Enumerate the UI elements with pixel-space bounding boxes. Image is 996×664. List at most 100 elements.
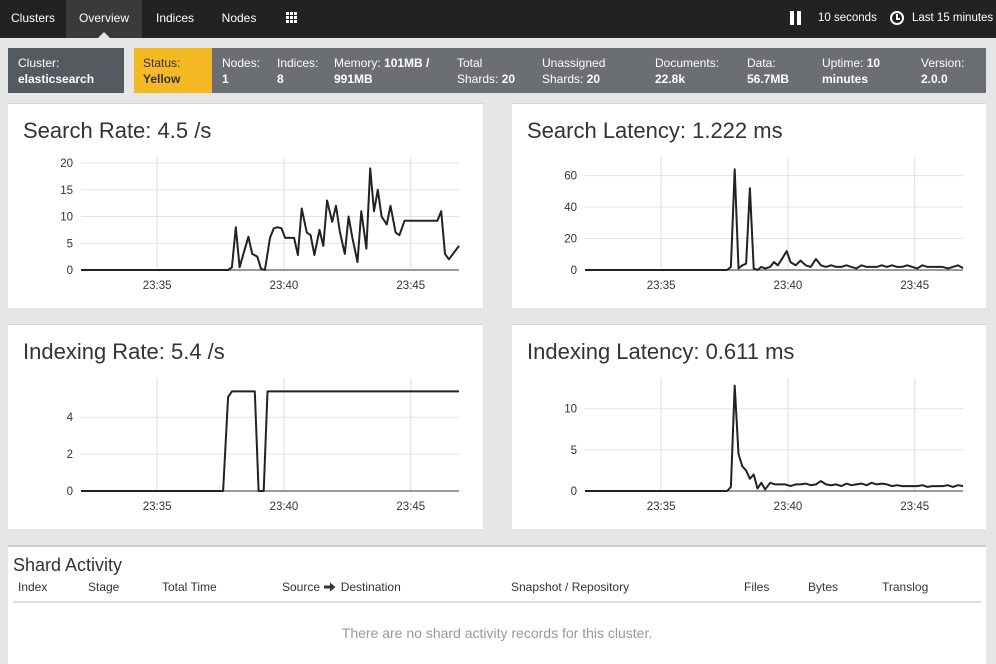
indices-value: 8 <box>277 72 284 86</box>
indices-label: Indices: <box>277 56 319 70</box>
x-tick-label: 23:35 <box>647 501 676 513</box>
tab-clusters[interactable]: Clusters <box>0 0 66 38</box>
x-tick-label: 23:40 <box>270 280 299 292</box>
y-tick-label: 10 <box>564 404 577 416</box>
grid-icon[interactable] <box>286 12 298 23</box>
header-divider <box>13 601 981 603</box>
y-tick-label: 0 <box>571 486 577 498</box>
y-tick-label: 4 <box>67 412 74 424</box>
series-line <box>585 168 964 271</box>
memory-label: Memory: <box>334 56 381 70</box>
column-index[interactable]: Index <box>18 580 47 594</box>
y-tick-label: 20 <box>60 158 73 170</box>
nodes-value: 1 <box>222 72 229 86</box>
indexing-latency-chart: 23:35 23:40 23:45 0 5 10 <box>564 378 964 513</box>
arrow-right-icon <box>324 582 336 592</box>
shard-activity-panel: Shard Activity Index Stage Total Time So… <box>8 545 986 664</box>
total-shards-label2: Shards: <box>457 72 499 86</box>
x-tick-label: 23:40 <box>774 501 803 513</box>
y-tick-label: 0 <box>67 486 73 498</box>
x-tick-label: 23:45 <box>900 280 929 292</box>
total-shards-value: 20 <box>501 72 516 86</box>
indexing-latency-panel: Indexing Latency: 0.611 ms 23:35 23:40 23:… <box>512 324 986 529</box>
y-tick-label: 5 <box>67 238 73 250</box>
tab-nodes[interactable]: Nodes <box>208 0 270 38</box>
version-stat: Version: 2.0.0 <box>921 48 964 93</box>
unassigned-value: 20 <box>586 72 601 86</box>
y-tick-label: 2 <box>67 449 73 461</box>
clock-icon <box>890 11 904 25</box>
uptime-unit: minutes <box>822 72 869 86</box>
y-tick-label: 0 <box>67 265 73 277</box>
uptime-stat: Uptime: 10 minutes <box>822 48 880 93</box>
refresh-interval[interactable]: 10 seconds <box>818 0 877 38</box>
memory-value: 101MB / <box>384 56 430 70</box>
column-destination: Destination <box>340 580 401 594</box>
status-label: Status: <box>143 56 181 70</box>
indexing-rate-panel: Indexing Rate: 5.4 /s 23:35 23:40 23:45 0 2 4 <box>8 324 483 529</box>
search-rate-panel: Search Rate: 4.5 /s 23:35 23:40 23:45 0 5 10 1… <box>8 103 483 308</box>
shard-activity-table: Index Stage Total Time Source Destinatio… <box>8 547 928 594</box>
memory-stat: Memory: 101MB / 991MB <box>334 48 429 93</box>
column-translog[interactable]: Translog <box>882 580 928 594</box>
search-latency-panel: Search Latency: 1.222 ms 23:35 23:40 23:45… <box>512 103 986 308</box>
version-label: Version: <box>921 56 965 70</box>
x-tick-label: 23:45 <box>900 501 929 513</box>
version-value: 2.0.0 <box>921 72 948 86</box>
pause-icon[interactable] <box>790 11 802 25</box>
cluster-status-bar: Cluster: elasticsearch Status: Yellow No… <box>8 48 986 93</box>
series-line <box>81 167 460 271</box>
unassigned-shards-stat: Unassigned Shards: 20 <box>542 48 605 93</box>
nodes-label: Nodes: <box>222 56 261 70</box>
column-source-destination[interactable]: Source Destination <box>282 580 401 594</box>
x-tick-label: 23:40 <box>774 280 803 292</box>
y-tick-label: 15 <box>60 185 73 197</box>
time-range[interactable]: Last 15 minutes <box>912 0 993 38</box>
memory-total: 991MB <box>334 72 373 86</box>
status-separator <box>124 48 134 93</box>
indexing-rate-chart: 23:35 23:40 23:45 0 2 4 <box>67 378 459 513</box>
column-total-time[interactable]: Total Time <box>162 580 217 594</box>
shard-activity-title: Shard Activity <box>13 555 123 575</box>
x-tick-label: 23:40 <box>270 501 299 513</box>
search-rate-chart: 23:35 23:40 23:45 0 5 10 15 20 <box>60 157 460 292</box>
data-value: 56.7MB <box>747 72 790 86</box>
unassigned-label: Unassigned <box>542 56 606 70</box>
y-tick-label: 5 <box>571 445 577 457</box>
column-stage[interactable]: Stage <box>88 580 119 594</box>
y-tick-label: 40 <box>564 202 577 214</box>
uptime-value: 10 <box>866 56 881 70</box>
empty-state-message: There are no shard activity records for … <box>341 625 653 641</box>
series-line <box>585 384 964 492</box>
tab-overview[interactable]: Overview <box>66 0 142 38</box>
x-tick-label: 23:35 <box>143 280 172 292</box>
status-value: Yellow <box>143 72 181 86</box>
y-tick-label: 60 <box>564 171 577 183</box>
top-nav: Clusters Overview Indices Nodes 10 secon… <box>0 0 996 38</box>
documents-label: Documents: <box>655 56 720 70</box>
y-tick-label: 20 <box>564 234 577 246</box>
x-tick-label: 23:35 <box>143 501 172 513</box>
indices-stat: Indices: 8 <box>277 48 318 93</box>
uptime-label: Uptime: <box>822 56 864 70</box>
column-bytes[interactable]: Bytes <box>808 580 838 594</box>
cluster-name: Cluster: elasticsearch <box>8 48 124 93</box>
unassigned-label2: Shards: <box>542 72 584 86</box>
data-stat: Data: 56.7MB <box>747 48 789 93</box>
x-tick-label: 23:35 <box>647 280 676 292</box>
tab-indices[interactable]: Indices <box>142 0 208 38</box>
column-files[interactable]: Files <box>744 580 769 594</box>
documents-stat: Documents: 22.8k <box>655 48 719 93</box>
y-tick-label: 0 <box>571 265 577 277</box>
column-source: Source <box>282 580 321 594</box>
x-tick-label: 23:45 <box>396 501 425 513</box>
column-snapshot-repository[interactable]: Snapshot / Repository <box>511 580 629 594</box>
search-latency-chart: 23:35 23:40 23:45 0 20 40 60 <box>564 157 964 292</box>
status-badge: Status: Yellow <box>134 48 212 93</box>
y-tick-label: 10 <box>60 212 73 224</box>
cluster-value: elasticsearch <box>18 72 95 86</box>
data-label: Data: <box>747 56 776 70</box>
series-line <box>81 390 459 492</box>
total-shards-label: Total <box>457 56 483 70</box>
documents-value: 22.8k <box>655 72 686 86</box>
